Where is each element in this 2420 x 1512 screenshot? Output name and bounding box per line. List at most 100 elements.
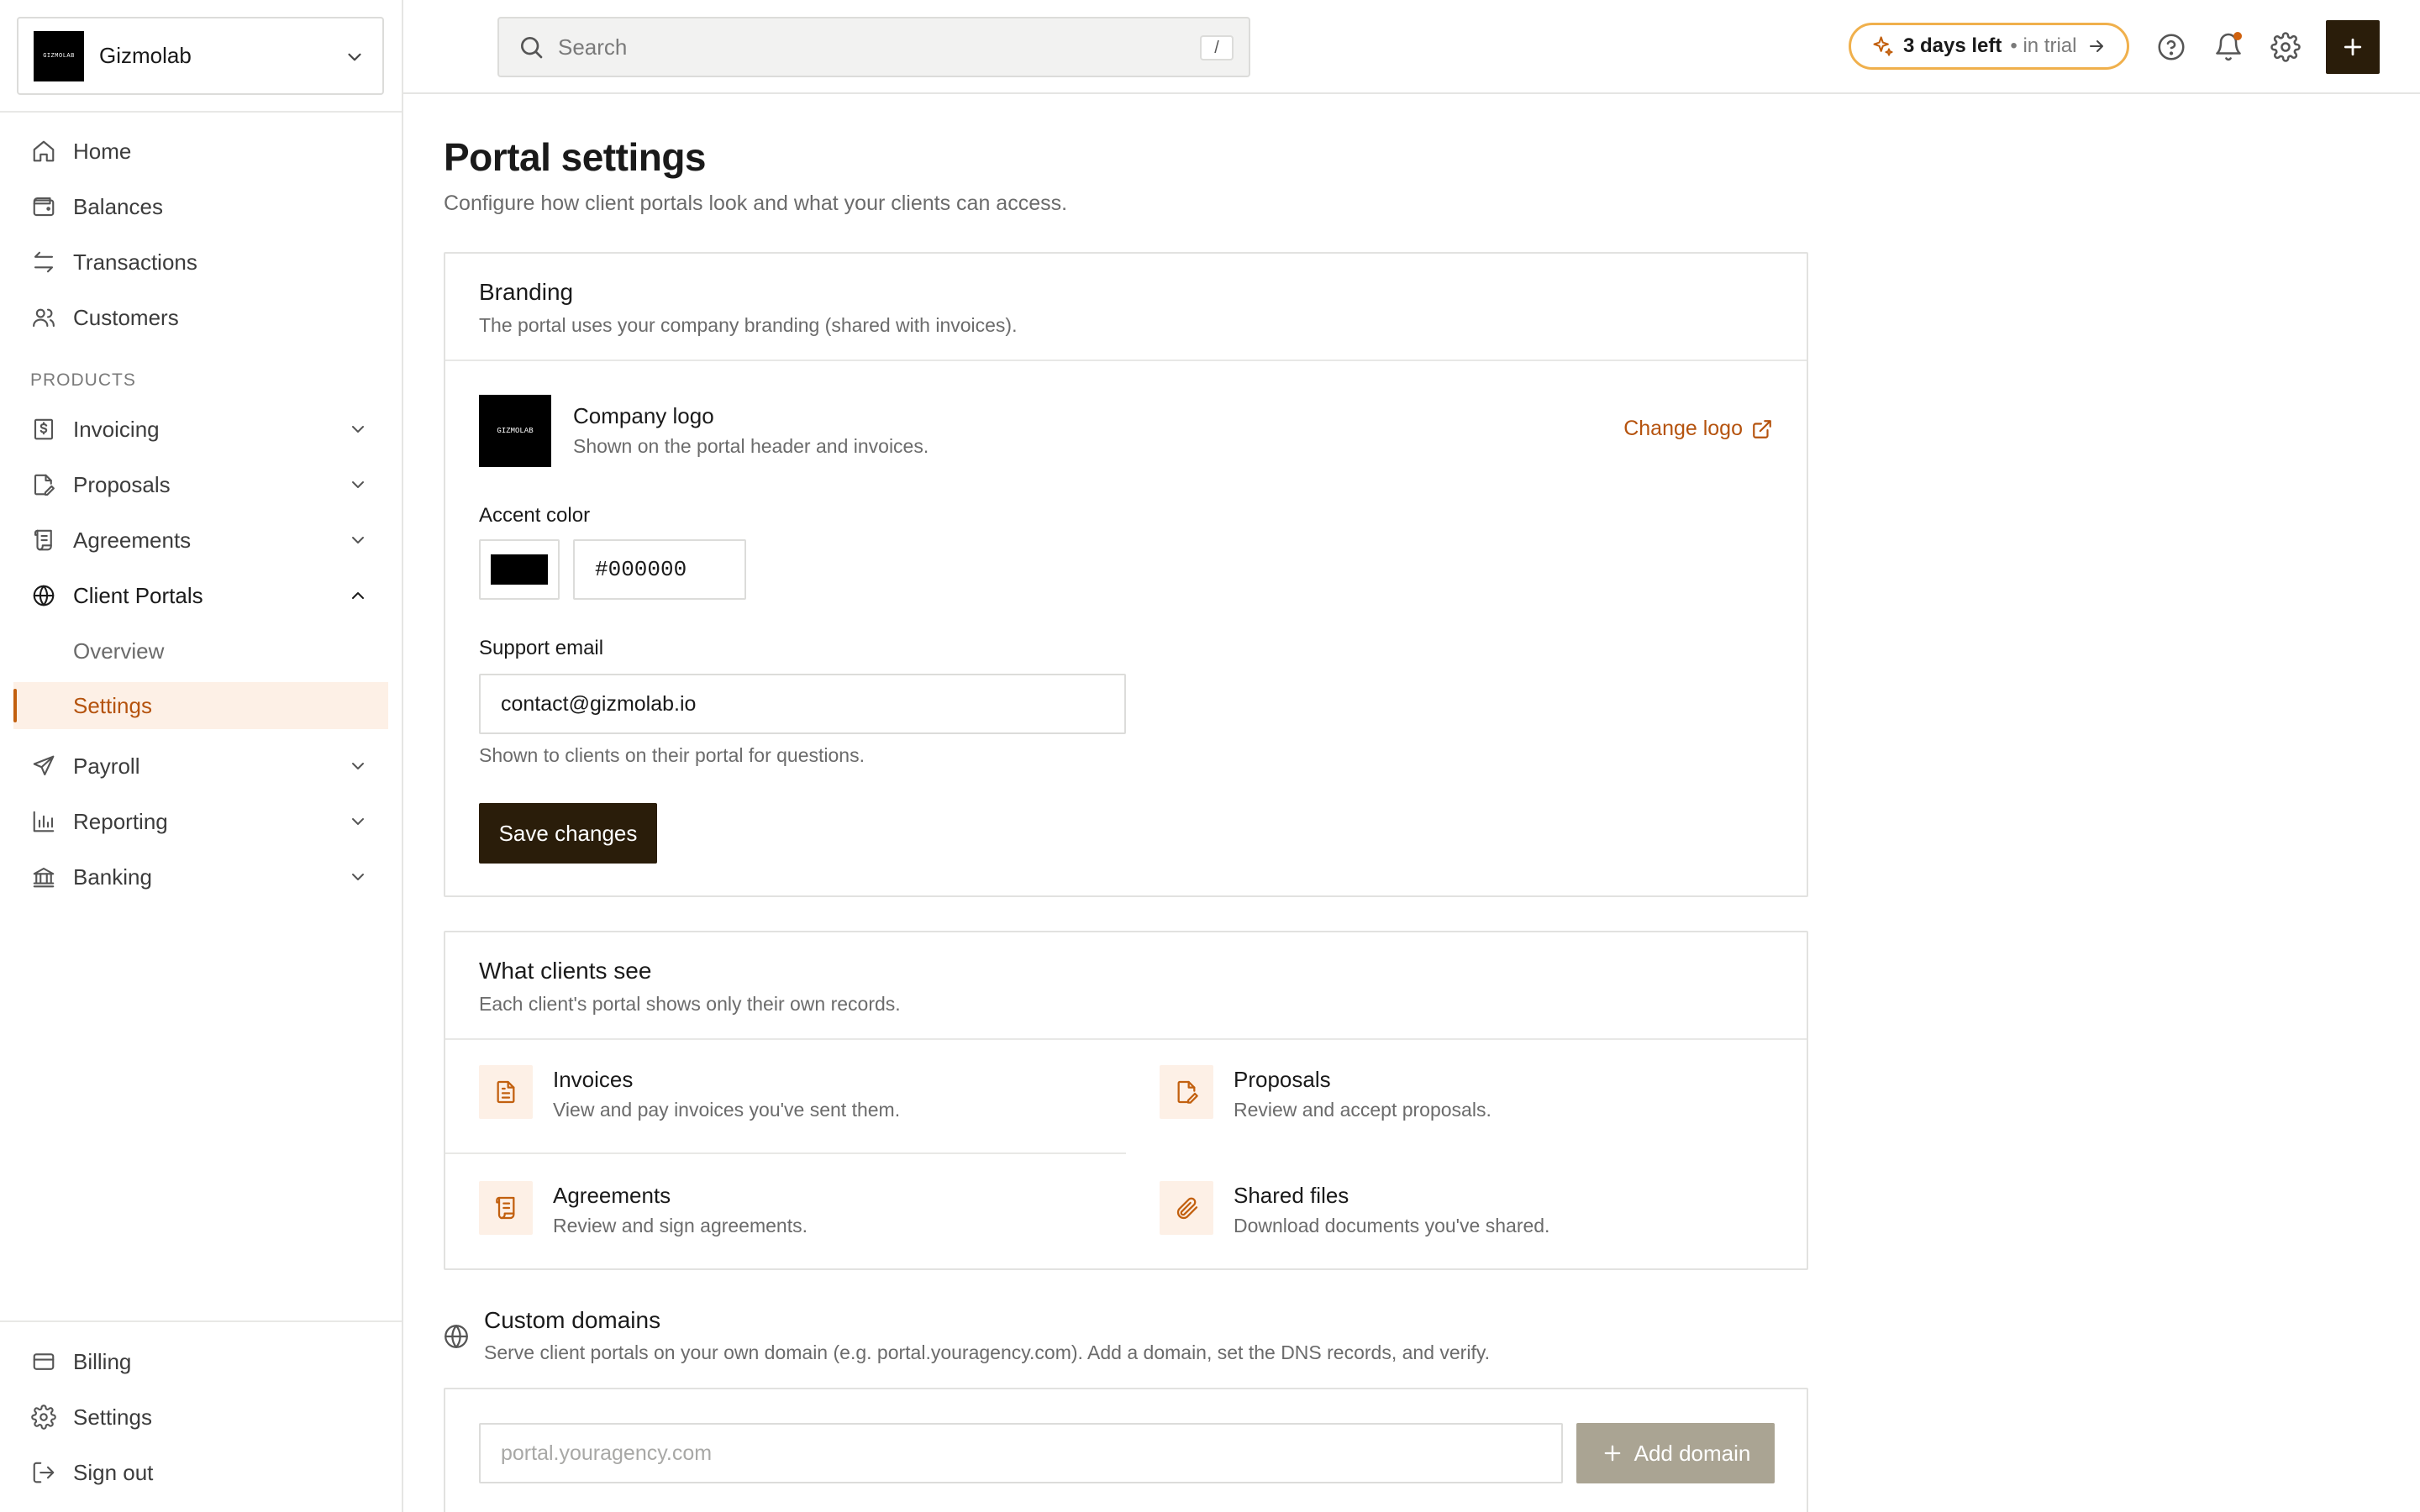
sidebar-item-customers[interactable]: Customers bbox=[13, 294, 388, 341]
feature-title: Proposals bbox=[1234, 1067, 1331, 1092]
external-link-icon bbox=[1743, 418, 1773, 440]
dollar-doc-icon bbox=[30, 416, 57, 443]
branding-title: Branding bbox=[479, 279, 574, 305]
clients-see-desc: Each client's portal shows only their ow… bbox=[479, 993, 901, 1015]
plus-icon bbox=[2340, 34, 2365, 60]
support-email-label: Support email bbox=[479, 637, 604, 659]
feature-invoices: Invoices View and pay invoices you've se… bbox=[445, 1040, 1126, 1154]
feature-desc: Download documents you've shared. bbox=[1234, 1215, 1550, 1236]
page-subtitle: Configure how client portals look and wh… bbox=[444, 192, 1068, 215]
globe-icon bbox=[30, 582, 57, 609]
branding-card-header: Branding The portal uses your company br… bbox=[445, 254, 1807, 361]
sidebar-item-label: Sign out bbox=[73, 1459, 154, 1485]
credit-card-icon bbox=[30, 1348, 57, 1375]
add-domain-label: Add domain bbox=[1634, 1440, 1751, 1466]
create-new-button[interactable] bbox=[2326, 20, 2380, 74]
wallet-icon bbox=[30, 193, 57, 220]
bell-icon[interactable] bbox=[2212, 30, 2245, 64]
sidebar-item-settings[interactable]: Settings bbox=[13, 1394, 388, 1441]
accent-color-hex-input[interactable]: #000000 bbox=[573, 539, 746, 600]
top-bar: Search / 3 days left • in trial bbox=[403, 0, 2420, 94]
clients-see-card: What clients see Each client's portal sh… bbox=[444, 931, 1808, 1270]
sidebar-subitem-settings[interactable]: Settings bbox=[13, 682, 388, 729]
feature-agreements: Agreements Review and sign agreements. bbox=[445, 1156, 1126, 1270]
feature-desc: Review and accept proposals. bbox=[1234, 1099, 1491, 1121]
trial-days-left: 3 days left bbox=[1903, 34, 2002, 57]
sidebar-item-transactions[interactable]: Transactions bbox=[13, 239, 388, 286]
home-icon bbox=[30, 138, 57, 165]
custom-domains-title: Custom domains bbox=[484, 1307, 661, 1333]
trial-badge[interactable]: 3 days left • in trial bbox=[1849, 23, 2129, 70]
save-changes-button[interactable]: Save changes bbox=[479, 803, 657, 864]
globe-icon bbox=[442, 1322, 471, 1351]
send-icon bbox=[30, 753, 57, 780]
chevron-down-icon bbox=[348, 756, 368, 776]
accent-color-picker[interactable] bbox=[479, 539, 560, 600]
feature-proposals: Proposals Review and accept proposals. bbox=[1126, 1040, 1807, 1154]
bank-icon bbox=[30, 864, 57, 890]
sidebar-item-agreements[interactable]: Agreements bbox=[13, 517, 388, 564]
change-logo-label: Change logo bbox=[1623, 417, 1743, 440]
support-email-input[interactable]: contact@gizmolab.io bbox=[479, 674, 1126, 734]
plus-icon bbox=[1601, 1441, 1634, 1465]
sidebar-item-label: Payroll bbox=[73, 753, 140, 779]
help-icon[interactable] bbox=[2154, 30, 2188, 64]
search-placeholder: Search bbox=[558, 34, 628, 60]
sidebar-item-reporting[interactable]: Reporting bbox=[13, 798, 388, 845]
paperclip-icon bbox=[1160, 1181, 1213, 1235]
custom-domains-card: portal.youragency.com Add domain bbox=[444, 1388, 1808, 1512]
clients-see-title: What clients see bbox=[479, 958, 652, 984]
page-title: Portal settings bbox=[444, 135, 707, 179]
sidebar-item-billing[interactable]: Billing bbox=[13, 1338, 388, 1385]
notification-dot bbox=[2233, 32, 2242, 40]
trial-label: • in trial bbox=[2010, 34, 2077, 57]
sidebar-subitem-overview[interactable]: Overview bbox=[13, 627, 388, 675]
proposal-edit-icon bbox=[1160, 1065, 1213, 1119]
sidebar-item-sign-out[interactable]: Sign out bbox=[13, 1449, 388, 1496]
feature-title: Shared files bbox=[1234, 1183, 1349, 1208]
sidebar-item-banking[interactable]: Banking bbox=[13, 853, 388, 900]
sidebar-item-label: Banking bbox=[73, 864, 152, 890]
sidebar-item-client-portals[interactable]: Client Portals bbox=[13, 572, 388, 619]
sidebar-item-label: Billing bbox=[73, 1348, 132, 1374]
search-shortcut-key: / bbox=[1200, 35, 1234, 60]
sidebar-item-label: Agreements bbox=[73, 527, 192, 553]
clients-see-header: What clients see Each client's portal sh… bbox=[445, 932, 1807, 1040]
section-label-products: PRODUCTS bbox=[30, 370, 136, 390]
chevron-up-icon bbox=[348, 585, 368, 606]
change-logo-link[interactable]: Change logo bbox=[1623, 417, 1773, 441]
sidebar-subitem-label: Settings bbox=[73, 692, 152, 718]
sidebar-item-proposals[interactable]: Proposals bbox=[13, 461, 388, 508]
sparkle-icon bbox=[1871, 34, 1895, 58]
search-icon bbox=[518, 34, 544, 60]
company-logo-image: GIZMOLAB bbox=[479, 395, 551, 467]
sidebar-item-payroll[interactable]: Payroll bbox=[13, 743, 388, 790]
custom-domains-desc: Serve client portals on your own domain … bbox=[484, 1341, 1491, 1363]
sidebar-subitem-label: Overview bbox=[73, 638, 165, 664]
sign-out-icon bbox=[30, 1459, 57, 1486]
company-logo-desc: Shown on the portal header and invoices. bbox=[573, 435, 929, 457]
chevron-down-icon bbox=[348, 811, 368, 832]
sidebar-item-label: Settings bbox=[73, 1404, 152, 1430]
sidebar-item-label: Home bbox=[73, 138, 132, 164]
settings-gear-icon[interactable] bbox=[2269, 30, 2302, 64]
sidebar-item-label: Client Portals bbox=[73, 582, 203, 608]
gear-icon bbox=[30, 1404, 57, 1431]
add-domain-button[interactable]: Add domain bbox=[1576, 1423, 1775, 1483]
chevron-down-icon bbox=[344, 46, 366, 68]
feature-desc: Review and sign agreements. bbox=[553, 1215, 808, 1236]
company-logo-label: Company logo bbox=[573, 403, 714, 428]
sidebar-item-home[interactable]: Home bbox=[13, 128, 388, 175]
sidebar-item-balances[interactable]: Balances bbox=[13, 183, 388, 230]
users-icon bbox=[30, 304, 57, 331]
scroll-icon bbox=[30, 527, 57, 554]
chevron-down-icon bbox=[348, 419, 368, 439]
sidebar-item-invoicing[interactable]: Invoicing bbox=[13, 406, 388, 453]
feature-title: Agreements bbox=[553, 1183, 671, 1208]
accent-color-label: Accent color bbox=[479, 504, 591, 527]
org-switcher[interactable]: GIZMOLAB Gizmolab bbox=[17, 17, 384, 95]
sidebar-item-label: Customers bbox=[73, 304, 179, 330]
search-input[interactable]: Search / bbox=[497, 17, 1250, 77]
domain-input[interactable]: portal.youragency.com bbox=[479, 1423, 1563, 1483]
arrow-right-icon bbox=[2086, 36, 2107, 56]
